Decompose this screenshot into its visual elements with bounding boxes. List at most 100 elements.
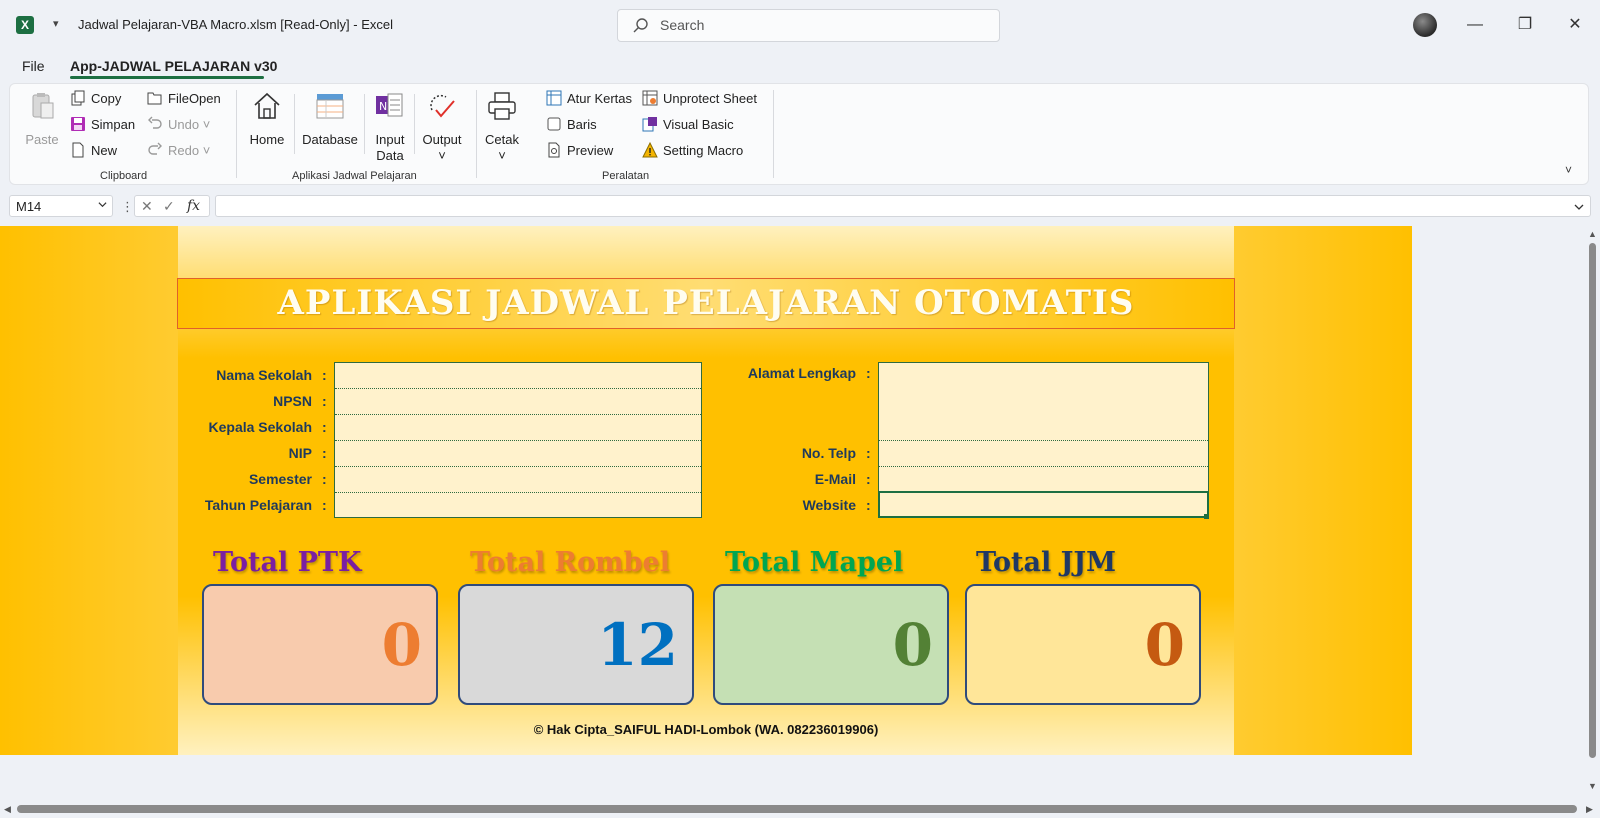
name-box-value: M14 [16,199,42,214]
preview-icon [548,142,560,158]
stat-label-jjm: Total JJM [976,547,1117,578]
input-kepala-sekolah[interactable] [335,415,701,441]
field-colon: : [866,497,871,513]
redo-button[interactable]: Redo ˅ [147,142,210,158]
search-box[interactable]: Search [617,9,1000,42]
undo-button[interactable]: Undo ˅ [147,116,210,132]
selected-cell[interactable] [878,491,1209,518]
atur-kertas-label: Atur Kertas [567,91,633,106]
stat-value-ptk: 0 [381,611,422,679]
formula-bar-buttons: ✕ ✓ fx [134,195,210,217]
page-setup-icon [546,90,562,106]
name-box[interactable]: M14 [9,195,113,217]
simpan-label: Simpan [91,117,136,132]
stat-card-ptk: 0 [202,584,438,705]
scroll-down-icon[interactable]: ▼ [1588,781,1597,791]
formula-bar-more-icon[interactable]: ⋮ [121,199,134,215]
minimize-button[interactable]: — [1455,10,1495,40]
printer-icon [488,92,516,120]
scroll-up-icon[interactable]: ▲ [1588,229,1597,239]
input-data-label-1: Input [375,132,405,147]
paste-label: Paste [25,132,59,147]
setting-macro-label: Setting Macro [663,143,744,158]
setting-macro-button[interactable]: Setting Macro [642,142,743,158]
expand-formula-icon[interactable] [1574,202,1584,212]
input-tahun-pelajaran[interactable] [335,493,701,519]
fill-handle[interactable] [1204,514,1209,519]
ribbon-separator [294,94,295,154]
field-colon: : [322,445,327,461]
stat-value-mapel: 0 [892,611,933,679]
input-alamat-lengkap[interactable] [879,363,1208,441]
excel-icon[interactable]: X [16,16,34,34]
input-email[interactable] [879,467,1208,493]
close-button[interactable]: ✕ [1555,10,1595,40]
ribbon-collapse-icon[interactable]: ˅ [1565,163,1572,177]
visual-basic-label: Visual Basic [663,117,734,132]
quick-access-dropdown-icon[interactable]: ▾ [53,17,59,30]
unprotect-sheet-button[interactable]: Unprotect Sheet [642,90,757,106]
window-title: Jadwal Pelajaran-VBA Macro.xlsm [Read-On… [78,17,394,32]
save-icon [71,117,85,131]
input-semester[interactable] [335,467,701,493]
field-label-tahun-pelajaran: Tahun Pelajaran [204,497,312,513]
restore-button[interactable]: ❐ [1505,10,1545,40]
tab-file[interactable]: File [22,58,45,74]
input-npsn[interactable] [335,389,701,415]
field-colon: : [322,497,327,513]
user-avatar[interactable] [1413,13,1437,37]
visual-basic-button[interactable]: Visual Basic [642,116,734,132]
field-label-no-telp: No. Telp [801,445,856,461]
field-colon: : [866,445,871,461]
unprotect-sheet-icon [642,90,658,106]
field-colon: : [322,393,327,409]
paste-button[interactable]: Paste [24,90,60,148]
copy-icon [71,90,85,106]
chevron-down-icon [98,202,107,208]
database-label: Database [302,132,358,147]
home-icon [254,92,280,119]
atur-kertas-button[interactable]: Atur Kertas [546,90,632,106]
unprotect-label: Unprotect Sheet [663,91,757,106]
stat-label-rombel: Total Rombel [470,547,670,578]
undo-label: Undo [168,117,200,132]
fileopen-button[interactable]: FileOpen [147,90,221,106]
cancel-icon[interactable]: ✕ [141,198,153,215]
simpan-button[interactable]: Simpan [70,116,135,132]
ribbon-separator [773,90,774,178]
database-button[interactable]: Database [302,90,358,148]
output-button[interactable]: Output ˅ [420,90,464,164]
ribbon-separator [236,90,237,178]
cetak-button[interactable]: Cetak ˅ [484,90,520,164]
stat-card-jjm: 0 [965,584,1201,705]
database-icon [316,94,344,119]
ribbon-separator [364,94,365,154]
vertical-scroll-thumb[interactable] [1589,243,1596,758]
input-nama-sekolah[interactable] [335,363,701,389]
insert-function-icon[interactable]: fx [187,198,200,214]
tab-app-jadwal[interactable]: App-JADWAL PELAJARAN v30 [70,58,277,74]
scroll-left-icon[interactable]: ◀ [4,804,11,815]
horizontal-scroll-thumb[interactable] [17,805,1577,813]
copy-button[interactable]: Copy [70,90,121,106]
redo-icon [148,142,162,155]
input-no-telp[interactable] [879,441,1208,467]
folder-open-icon [147,92,162,105]
confirm-icon[interactable]: ✓ [163,198,175,215]
preview-button[interactable]: Preview [546,142,613,158]
warning-icon [642,142,658,158]
home-label: Home [249,132,285,147]
input-nip[interactable] [335,441,701,467]
output-dropdown-icon: ˅ [438,148,446,163]
home-button[interactable]: Home [246,90,288,148]
new-label: New [91,143,118,158]
preview-label: Preview [567,143,614,158]
field-label-semester: Semester [248,471,312,487]
output-label: Output [422,132,462,147]
input-data-button[interactable]: N Input Data [370,90,410,164]
baris-checkbox[interactable]: Baris [546,116,597,132]
formula-input[interactable] [215,195,1591,217]
scroll-right-icon[interactable]: ▶ [1586,804,1593,815]
new-button[interactable]: New [70,142,117,158]
stat-card-mapel: 0 [713,584,949,705]
